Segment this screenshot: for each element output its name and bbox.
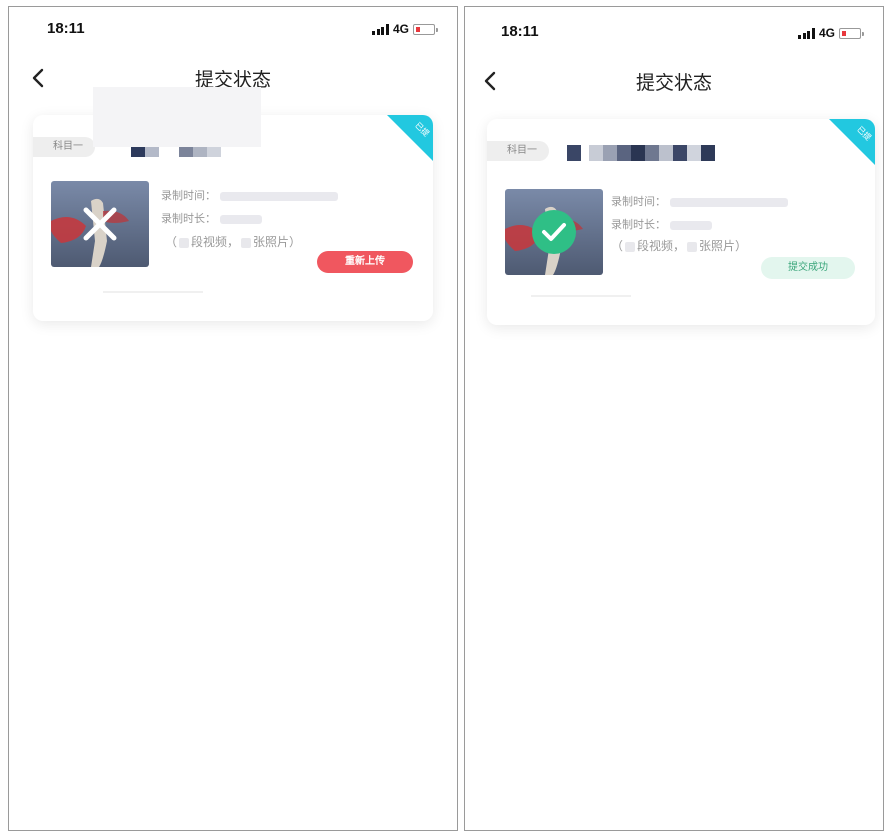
network-label: 4G (818, 26, 835, 40)
status-indicators: 4G (798, 26, 864, 40)
record-duration-row: 录制时长： (611, 216, 712, 232)
phone-screen-failed: 18:11 4G 提交状态 已提 科目一 录制时间： 录制时长： （ 段视频， … (8, 6, 458, 831)
phone-screen-success: 18:11 4G 提交状态 已提 科目一 录制时间： 录制时长： （ 段视频， … (464, 6, 884, 831)
network-label: 4G (392, 22, 409, 36)
page-title: 提交状态 (635, 72, 712, 94)
status-bar: 18:11 4G (465, 7, 883, 47)
battery-icon (839, 27, 864, 39)
media-videos: 段视频， (191, 235, 240, 249)
status-bar: 18:11 4G (9, 7, 457, 47)
media-photos: 张照片） (699, 239, 748, 253)
media-open-paren: （ (611, 239, 624, 253)
record-duration-row: 录制时长： (161, 210, 262, 226)
subject-tag: 科目一 (487, 141, 549, 161)
record-duration-redacted (220, 214, 262, 224)
record-duration-redacted (670, 220, 712, 230)
card-footer-redacted (531, 295, 631, 297)
card-footer-redacted (103, 291, 203, 293)
submission-card[interactable]: 已提 科目一 录制时间： 录制时长： （ 段视频， 张照片） 提交成功 (487, 119, 875, 325)
media-videos: 段视频， (637, 239, 686, 253)
battery-icon (413, 23, 438, 35)
record-duration-label: 录制时长： (611, 218, 666, 231)
corner-ribbon: 已提 (829, 119, 875, 165)
close-icon (83, 207, 117, 241)
video-thumbnail[interactable] (51, 181, 149, 267)
submit-success-badge: 提交成功 (761, 257, 855, 279)
corner-ribbon: 已提 (387, 115, 433, 161)
record-time-redacted (220, 191, 338, 201)
signal-icon (798, 27, 815, 39)
video-thumbnail[interactable] (505, 189, 603, 275)
status-time: 18:11 (501, 23, 539, 40)
media-count-row: （ 段视频， 张照片） (611, 237, 747, 254)
record-time-label: 录制时间： (161, 189, 216, 202)
status-time: 18:11 (47, 20, 85, 37)
record-time-row: 录制时间： (161, 187, 338, 203)
record-time-label: 录制时间： (611, 195, 666, 208)
subject-title-redacted (567, 145, 715, 161)
reupload-button[interactable]: 重新上传 (317, 251, 413, 273)
status-indicators: 4G (372, 22, 438, 36)
media-count-row: （ 段视频， 张照片） (165, 233, 301, 250)
record-time-row: 录制时间： (611, 193, 788, 209)
redaction-overlay (93, 87, 261, 147)
record-duration-label: 录制时长： (161, 212, 216, 225)
media-photos: 张照片） (253, 235, 302, 249)
record-time-redacted (670, 197, 788, 207)
nav-bar: 提交状态 (465, 57, 883, 97)
subject-tag: 科目一 (33, 137, 95, 157)
media-open-paren: （ (165, 235, 178, 249)
signal-icon (372, 23, 389, 35)
check-circle-icon (532, 210, 576, 254)
